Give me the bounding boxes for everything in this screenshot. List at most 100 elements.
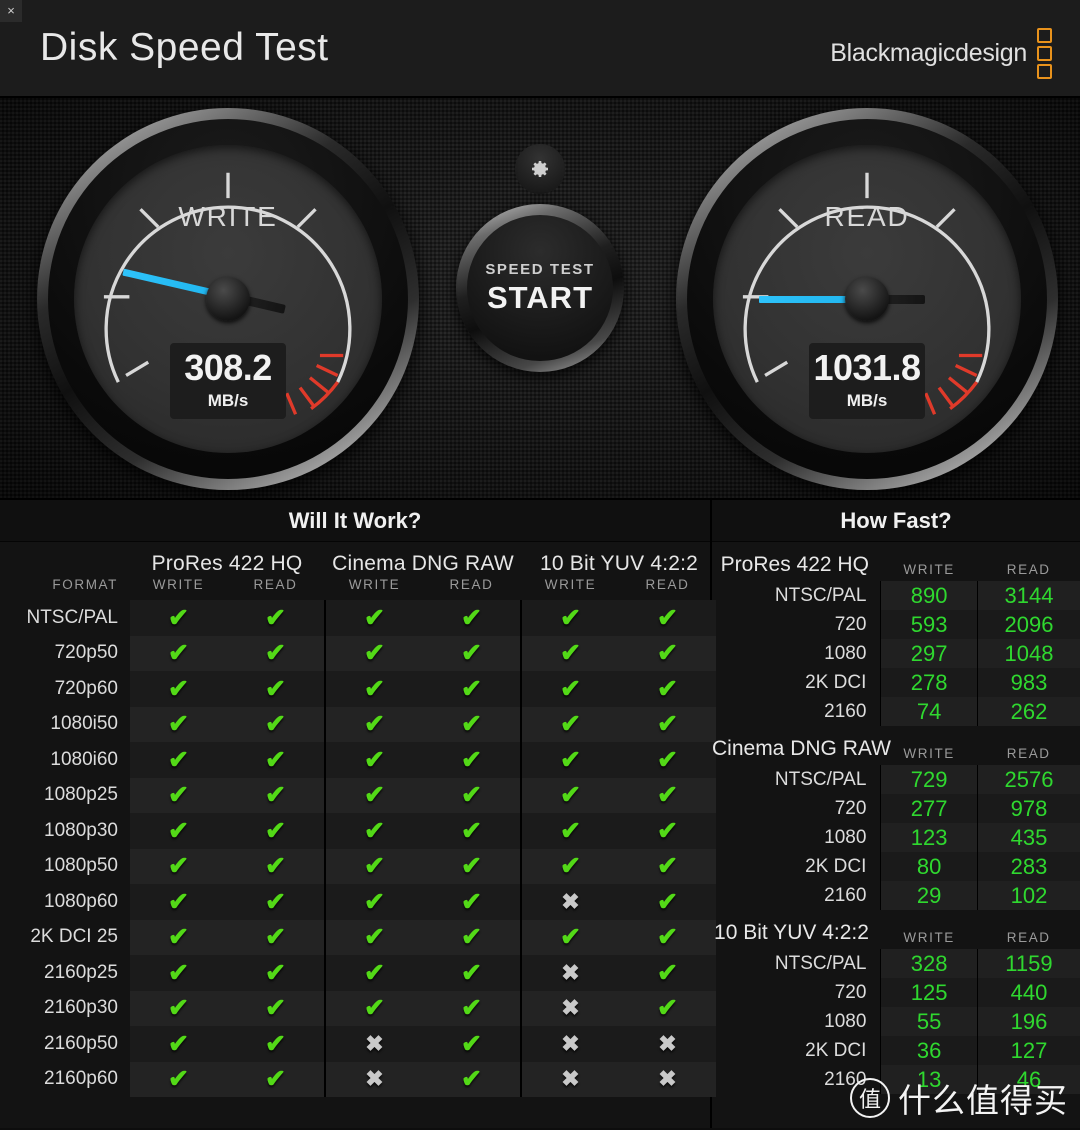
support-yes-cell: ✔: [423, 884, 520, 920]
check-icon: ✔: [265, 603, 286, 632]
support-yes-cell: ✔: [227, 848, 324, 884]
how-fast-group-header: ProRes 422 HQ WRITE READ: [712, 542, 1080, 581]
cross-icon: ✖: [561, 959, 580, 985]
table-row: 2160 74 262: [712, 697, 1080, 726]
write-speed-value: 29: [880, 881, 978, 910]
write-speed-value: 55: [880, 1007, 978, 1036]
support-yes-cell: ✔: [326, 919, 423, 955]
support-yes-cell: ✔: [227, 919, 324, 955]
speed-test-start-button[interactable]: SPEED TEST START: [456, 204, 624, 372]
support-yes-cell: ✔: [326, 742, 423, 778]
table-row: 1080 55 196: [712, 1007, 1080, 1036]
check-icon: ✔: [560, 852, 581, 881]
write-speed-value: 729: [880, 765, 978, 794]
support-yes-cell: ✔: [227, 1026, 324, 1062]
table-row: 1080i60 ✔ ✔ ✔ ✔ ✔ ✔: [0, 742, 717, 778]
support-yes-cell: ✔: [326, 955, 423, 991]
support-no-cell: ✖: [619, 1026, 717, 1062]
read-speed-value: 1159: [976, 949, 1080, 978]
how-fast-body: ProRes 422 HQ WRITE READ NTSC/PAL 890 3144 720…: [712, 542, 1080, 1094]
read-unit: MB/s: [846, 391, 888, 410]
support-yes-cell: ✔: [423, 706, 520, 742]
support-yes-cell: ✔: [227, 884, 324, 920]
how-fast-group-header: 10 Bit YUV 4:2:2 WRITE READ: [712, 910, 1080, 949]
write-gauge-label: WRITE: [178, 201, 278, 232]
settings-button[interactable]: [515, 144, 565, 194]
write-column-header: WRITE: [903, 746, 955, 761]
write-speed-value: 36: [880, 1036, 978, 1065]
will-it-work-panel: Will It Work? ProRes 422 HQ Cinema DNG RA…: [0, 500, 717, 1128]
support-yes-cell: ✔: [423, 919, 520, 955]
support-yes-cell: ✔: [227, 990, 324, 1026]
support-yes-cell: ✔: [619, 884, 717, 920]
support-yes-cell: ✔: [130, 635, 227, 671]
table-row: NTSC/PAL 729 2576: [712, 765, 1080, 794]
support-yes-cell: ✔: [326, 706, 423, 742]
check-icon: ✔: [265, 994, 286, 1023]
support-no-cell: ✖: [522, 990, 619, 1026]
resolution-label: NTSC/PAL: [774, 952, 867, 974]
write-speed-value: 277: [880, 794, 978, 823]
resolution-label: NTSC/PAL: [774, 584, 867, 606]
check-icon: ✔: [657, 816, 678, 845]
check-icon: ✔: [364, 958, 385, 987]
cross-icon: ✖: [561, 1030, 580, 1056]
check-icon: ✔: [657, 923, 678, 952]
codec-group-header: 10 Bit YUV 4:2:2: [539, 552, 699, 575]
check-icon: ✔: [461, 994, 482, 1023]
support-yes-cell: ✔: [619, 848, 717, 884]
support-yes-cell: ✔: [423, 990, 520, 1026]
write-speed-value: 125: [880, 978, 978, 1007]
column-subheader: WRITE: [152, 577, 205, 592]
check-icon: ✔: [657, 852, 678, 881]
support-yes-cell: ✔: [227, 1061, 324, 1097]
read-speed-value: 978: [976, 794, 1080, 823]
support-yes-cell: ✔: [619, 600, 717, 636]
support-yes-cell: ✔: [130, 600, 227, 636]
support-yes-cell: ✔: [130, 919, 227, 955]
table-row: 720 277 978: [712, 794, 1080, 823]
gauge-bezel: READ 1031.8 MB/s: [687, 119, 1047, 479]
check-icon: ✔: [168, 781, 189, 810]
write-gauge-hub: [206, 277, 250, 321]
read-speed-value: 196: [976, 1007, 1080, 1036]
check-icon: ✔: [461, 674, 482, 703]
support-yes-cell: ✔: [619, 777, 717, 813]
check-icon: ✔: [364, 710, 385, 739]
read-speed-value: 262: [976, 697, 1080, 726]
table-row: 2160p25 ✔ ✔ ✔ ✔ ✖ ✔: [0, 955, 717, 991]
check-icon: ✔: [657, 994, 678, 1023]
support-yes-cell: ✔: [619, 955, 717, 991]
check-icon: ✔: [461, 1029, 482, 1058]
check-icon: ✔: [461, 1065, 482, 1094]
write-speed-value: 297: [880, 639, 978, 668]
write-unit: MB/s: [207, 391, 249, 410]
cross-icon: ✖: [365, 1066, 384, 1092]
support-yes-cell: ✔: [423, 635, 520, 671]
support-yes-cell: ✔: [522, 600, 619, 636]
support-yes-cell: ✔: [522, 706, 619, 742]
window-close-button[interactable]: ×: [0, 0, 22, 22]
write-column-header: WRITE: [903, 562, 955, 577]
table-row: 1080p60 ✔ ✔ ✔ ✔ ✖ ✔: [0, 884, 717, 920]
check-icon: ✔: [265, 745, 286, 774]
resolution-label: 1080: [824, 826, 867, 848]
check-icon: ✔: [364, 781, 385, 810]
table-row: 720p60 ✔ ✔ ✔ ✔ ✔ ✔: [0, 671, 717, 707]
write-speed-value: 123: [880, 823, 978, 852]
resolution-label: 2K DCI: [805, 671, 867, 693]
write-speed-value: 328: [880, 949, 978, 978]
support-yes-cell: ✔: [423, 671, 520, 707]
will-it-work-table: ProRes 422 HQ Cinema DNG RAW 10 Bit YUV 4:…: [0, 542, 717, 1097]
will-it-work-header: ProRes 422 HQ Cinema DNG RAW 10 Bit YUV 4:…: [0, 542, 716, 600]
check-icon: ✔: [265, 639, 286, 668]
read-speed-value: 440: [976, 978, 1080, 1007]
support-yes-cell: ✔: [130, 848, 227, 884]
check-icon: ✔: [560, 816, 581, 845]
format-label: 1080p25: [0, 777, 130, 813]
read-speed-value: 1048: [976, 639, 1080, 668]
table-row: 2160p60 ✔ ✔ ✖ ✔ ✖ ✖: [0, 1061, 717, 1097]
resolution-label: NTSC/PAL: [774, 768, 867, 790]
read-speed-value: 435: [976, 823, 1080, 852]
read-gauge-hub: [845, 277, 889, 321]
